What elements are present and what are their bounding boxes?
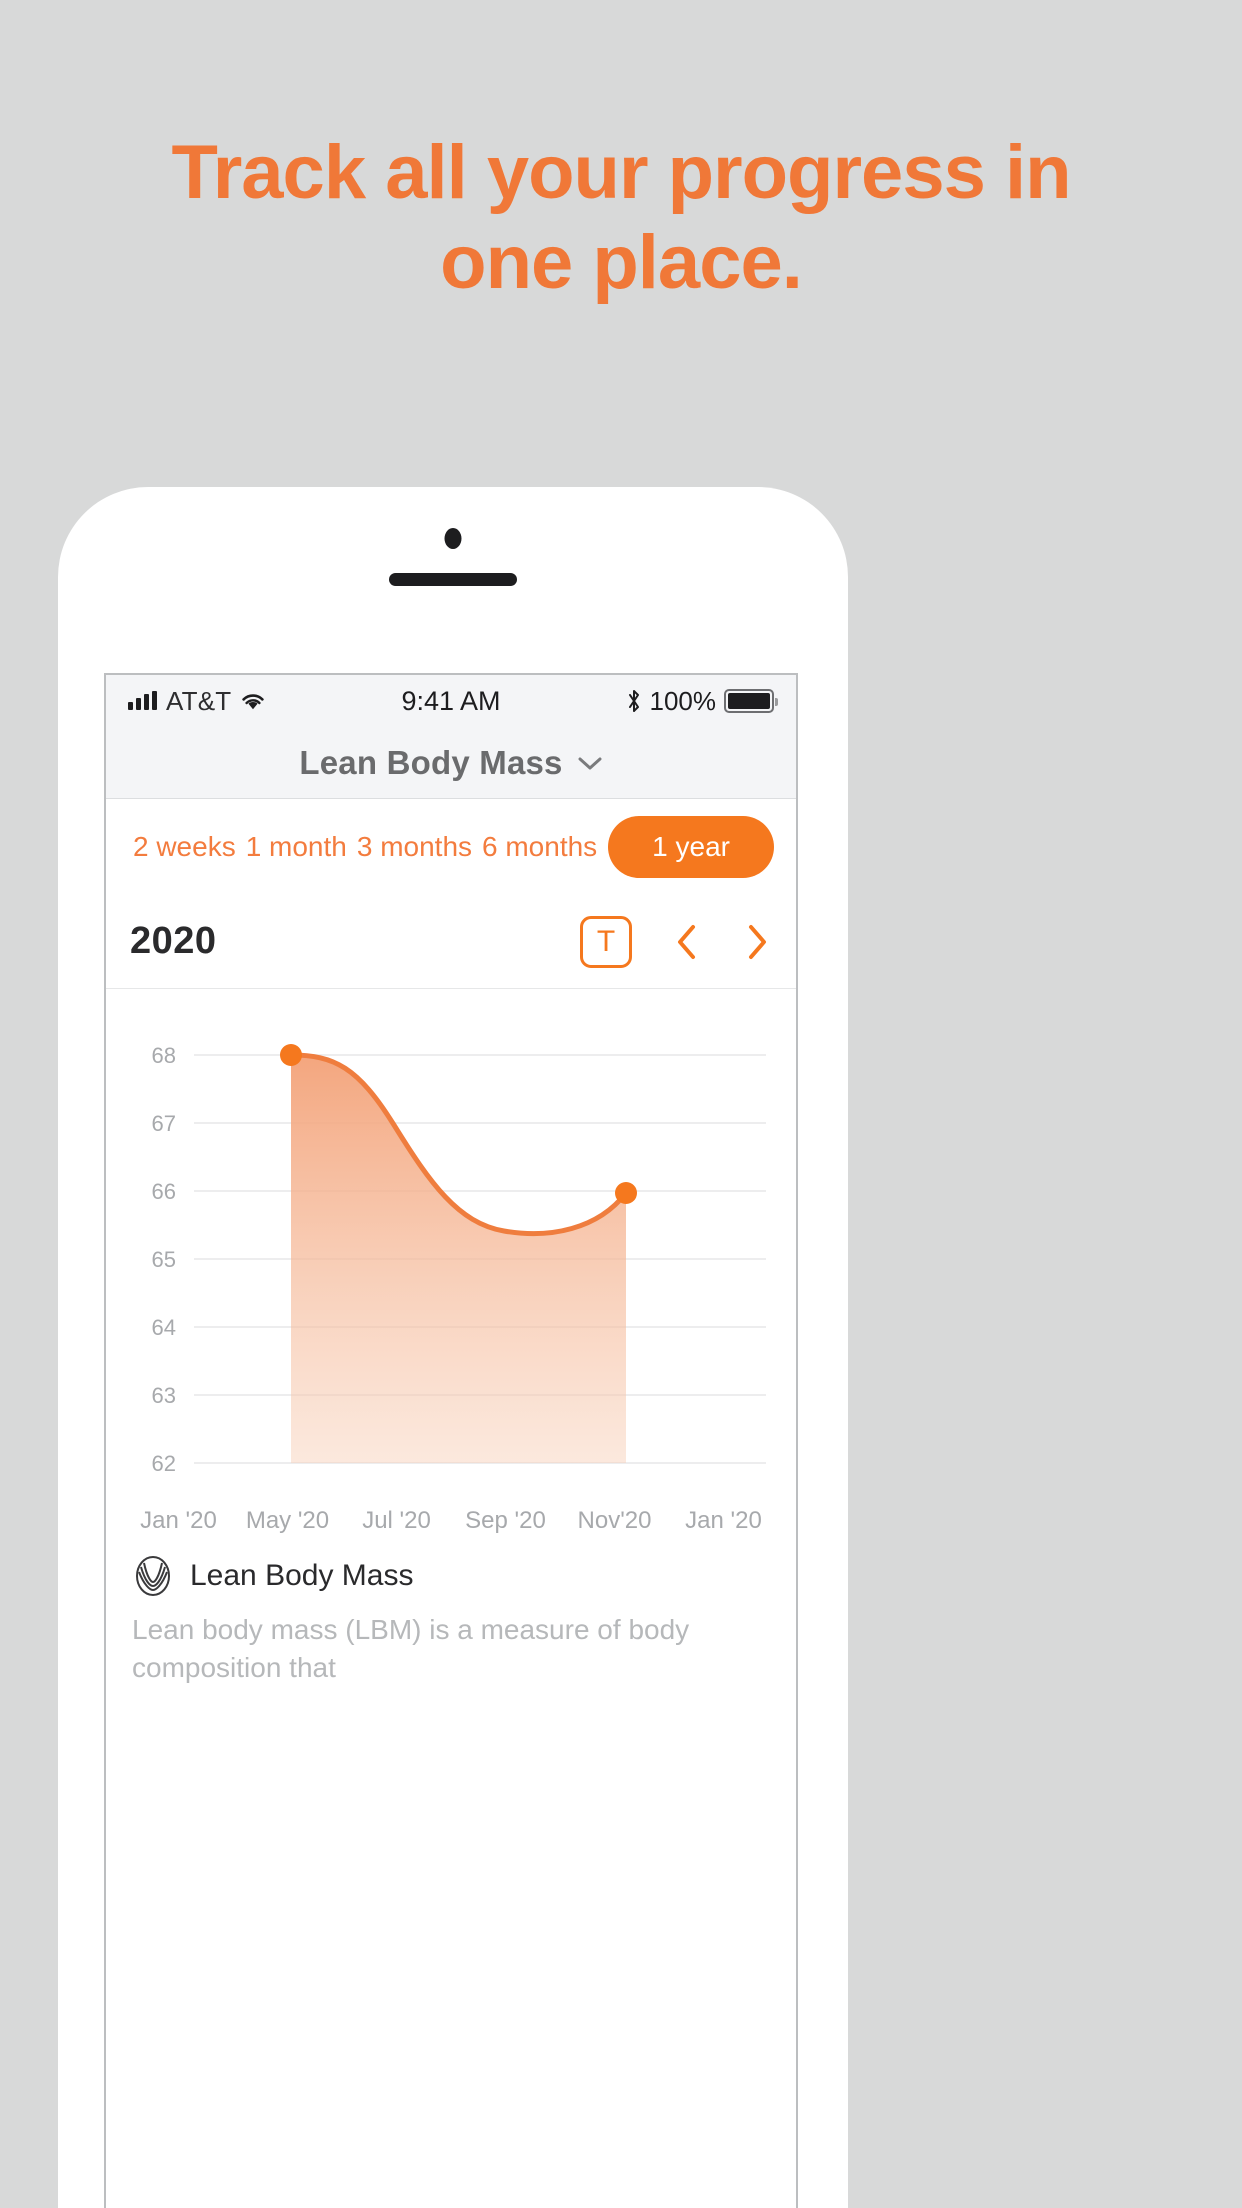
range-tab-1-year[interactable]: 1 year (608, 816, 774, 878)
today-button[interactable]: T (580, 915, 632, 968)
camera-icon (444, 528, 462, 549)
chart-svg: 68 67 66 65 64 63 62 (152, 1043, 766, 1476)
metric-info-title: Lean Body Mass (190, 1559, 414, 1592)
y-tick-64: 64 (152, 1315, 176, 1340)
metric-info-header: Lean Body Mass (132, 1555, 770, 1597)
chart-x-axis-labels: Jan '20 May '20 Jul '20 Sep '20 Nov'20 J… (106, 1507, 796, 1535)
lean-body-mass-chart[interactable]: 68 67 66 65 64 63 62 Jan '20 May '20 Jul… (106, 989, 796, 1534)
phone-screen: AT&T 9:41 AM 100% Lean Body Mass 2 weeks… (104, 673, 798, 2208)
wifi-icon (240, 691, 266, 711)
chevron-left-icon[interactable] (672, 922, 702, 962)
year-actions: T (580, 915, 772, 968)
range-tab-2-weeks[interactable]: 2 weeks (128, 831, 241, 863)
y-tick-67: 67 (152, 1111, 176, 1136)
y-tick-65: 65 (152, 1247, 176, 1272)
x-tick-may-20: May '20 (245, 1507, 330, 1534)
range-tab-6-months[interactable]: 6 months (477, 831, 602, 863)
page-title: Track all your progress in one place. (171, 130, 1071, 306)
range-tab-1-month[interactable]: 1 month (241, 831, 352, 863)
status-bar: AT&T 9:41 AM 100% (106, 675, 796, 727)
lean-body-mass-icon (132, 1555, 174, 1597)
range-tab-3-months[interactable]: 3 months (352, 831, 477, 863)
battery-percent-label: 100% (649, 685, 717, 716)
status-bar-left: AT&T (128, 686, 266, 717)
year-label: 2020 (130, 920, 217, 962)
bluetooth-icon (626, 689, 642, 713)
battery-full-icon (724, 689, 778, 713)
y-tick-68: 68 (152, 1043, 176, 1068)
phone-mockup: AT&T 9:41 AM 100% Lean Body Mass 2 weeks… (58, 487, 848, 2208)
y-tick-66: 66 (152, 1179, 176, 1204)
chevron-down-icon[interactable] (577, 755, 603, 771)
metric-info-section: Lean Body Mass Lean body mass (LBM) is a… (106, 1529, 796, 1687)
x-tick-nov-20: Nov'20 (577, 1507, 652, 1534)
status-bar-right: 100% (626, 685, 778, 717)
year-navigation-row: 2020 T (106, 895, 796, 989)
earpiece-speaker (389, 573, 517, 586)
nav-bar: Lean Body Mass (106, 727, 796, 799)
chart-area-fill (291, 1055, 626, 1463)
signal-bars-icon (128, 691, 157, 710)
x-tick-jan-20-start: Jan '20 (140, 1507, 217, 1534)
metric-info-description: Lean body mass (LBM) is a measure of bod… (132, 1614, 690, 1684)
nav-title: Lean Body Mass (299, 743, 563, 781)
x-tick-sep-20: Sep '20 (465, 1507, 546, 1534)
x-tick-jan-20-end: Jan '20 (685, 1507, 762, 1534)
range-tabs: 2 weeks 1 month 3 months 6 months 1 year (106, 799, 796, 895)
carrier-label: AT&T (166, 685, 232, 716)
chart-point-end[interactable] (615, 1182, 637, 1204)
chart-y-axis-labels: 68 67 66 65 64 63 62 (152, 1043, 176, 1476)
y-tick-63: 63 (152, 1383, 176, 1408)
y-tick-62: 62 (152, 1451, 176, 1476)
chevron-right-icon[interactable] (742, 922, 772, 962)
x-tick-jul-20: Jul '20 (362, 1507, 431, 1534)
chart-point-start[interactable] (280, 1044, 302, 1066)
